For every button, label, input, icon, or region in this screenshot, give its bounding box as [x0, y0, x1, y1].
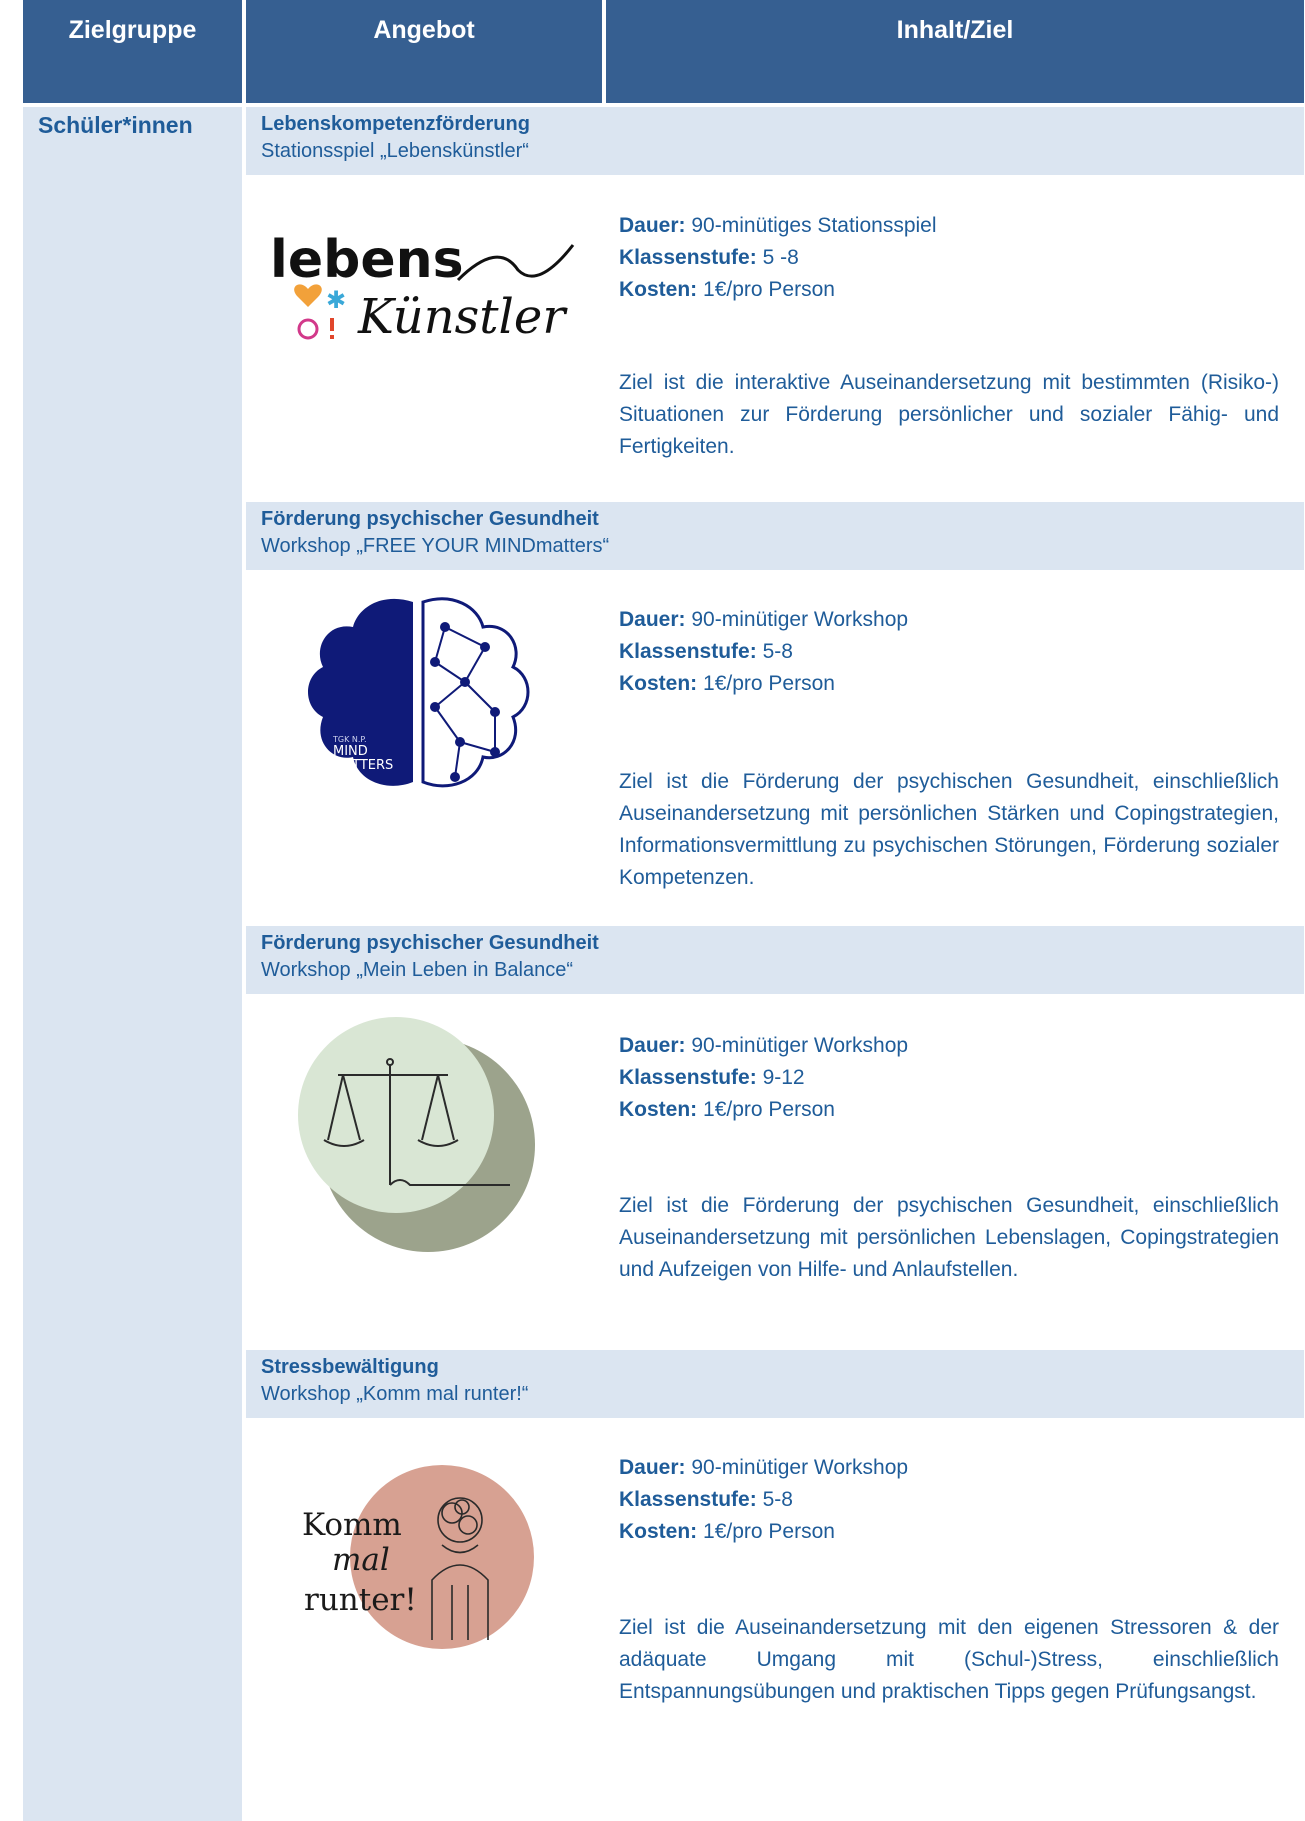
- offer-details-1: Dauer: 90-minütiges Stationsspiel Klasse…: [619, 210, 1279, 306]
- offer-header-1: Lebenskompetenzförderung Stationsspiel „…: [246, 107, 1304, 175]
- header-inhalt-ziel: Inhalt/Ziel: [606, 0, 1304, 103]
- kosten-line: Kosten: 1€/pro Person: [619, 1520, 835, 1543]
- kosten-line: Kosten: 1€/pro Person: [619, 278, 835, 301]
- target-group-label: Schüler*innen: [38, 112, 193, 138]
- dauer-line: Dauer: 90-minütiger Workshop: [619, 608, 909, 631]
- svg-text:MATTERS: MATTERS: [333, 758, 393, 773]
- svg-text:Komm: Komm: [302, 1507, 402, 1543]
- offer-title: Workshop „FREE YOUR MINDmatters“: [261, 535, 610, 557]
- klassenstufe-line: Klassenstufe: 5-8: [619, 1488, 793, 1511]
- svg-text:Künstler: Künstler: [357, 289, 568, 345]
- offer-details-3: Dauer: 90-minütiger Workshop Klassenstuf…: [619, 1030, 1279, 1126]
- dauer-line: Dauer: 90-minütiger Workshop: [619, 1456, 909, 1479]
- lebenskuenstler-logo: lebens ✱ Künstler: [270, 230, 575, 345]
- svg-text:MIND: MIND: [333, 744, 368, 759]
- offer-category: Förderung psychischer Gesundheit: [261, 508, 599, 530]
- offer-goal-2: Ziel ist die Förderung der psychischen G…: [619, 770, 1279, 889]
- offer-header-3: Förderung psychischer Gesundheit Worksho…: [246, 926, 1304, 994]
- svg-text:mal: mal: [332, 1542, 390, 1578]
- offer-table: Zielgruppe Angebot Inhalt/Ziel Schüler*i…: [0, 0, 1305, 1821]
- offer-title: Stationsspiel „Lebenskünstler“: [261, 140, 529, 162]
- mindmatters-brain-logo: TGK N.P. MIND MATTERS: [308, 597, 530, 788]
- offer-title: Workshop „Komm mal runter!“: [261, 1383, 529, 1405]
- offer-details-4: Dauer: 90-minütiger Workshop Klassenstuf…: [619, 1452, 1279, 1548]
- offer-goal-1: Ziel ist die interaktive Auseinandersetz…: [619, 371, 1279, 458]
- svg-text:runter!: runter!: [304, 1582, 417, 1618]
- offer-goal-3: Ziel ist die Förderung der psychischen G…: [619, 1194, 1279, 1281]
- target-group-cell: Schüler*innen: [23, 107, 242, 1821]
- offer-category: Stressbewältigung: [261, 1356, 439, 1378]
- header-angebot: Angebot: [246, 0, 602, 103]
- offer-goal-4: Ziel ist die Auseinandersetzung mit den …: [619, 1616, 1279, 1703]
- dauer-line: Dauer: 90-minütiger Workshop: [619, 1034, 909, 1057]
- klassenstufe-line: Klassenstufe: 9-12: [619, 1066, 805, 1089]
- dauer-line: Dauer: 90-minütiges Stationsspiel: [619, 214, 937, 237]
- svg-text:lebens: lebens: [270, 230, 464, 290]
- offer-details-2: Dauer: 90-minütiger Workshop Klassenstuf…: [619, 604, 1279, 700]
- svg-text:✱: ✱: [326, 286, 346, 314]
- klassenstufe-line: Klassenstufe: 5-8: [619, 640, 793, 663]
- klassenstufe-line: Klassenstufe: 5 -8: [619, 246, 799, 269]
- header-zielgruppe: Zielgruppe: [23, 0, 242, 103]
- offer-header-2: Förderung psychischer Gesundheit Worksho…: [246, 502, 1304, 570]
- komm-mal-runter-logo: Komm mal runter!: [302, 1465, 534, 1649]
- kosten-line: Kosten: 1€/pro Person: [619, 1098, 835, 1121]
- balance-scale-logo: [298, 1017, 535, 1252]
- kosten-line: Kosten: 1€/pro Person: [619, 672, 835, 695]
- offer-category: Lebenskompetenzförderung: [261, 113, 530, 135]
- offer-category: Förderung psychischer Gesundheit: [261, 932, 599, 954]
- svg-text:TGK N.P.: TGK N.P.: [332, 735, 367, 744]
- offer-header-4: Stressbewältigung Workshop „Komm mal run…: [246, 1350, 1304, 1418]
- offer-title: Workshop „Mein Leben in Balance“: [261, 959, 574, 981]
